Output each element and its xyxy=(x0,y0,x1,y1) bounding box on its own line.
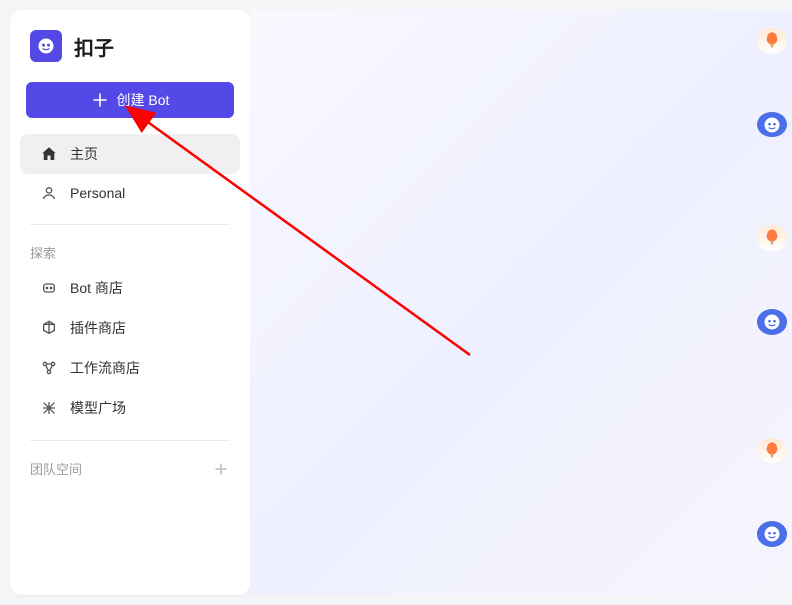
model-plaza-icon xyxy=(40,399,58,417)
avatar-bot-2[interactable] xyxy=(757,309,787,335)
nav-personal-label: Personal xyxy=(70,185,125,201)
sidebar: 扣子 创建 Bot 主页 Personal 探索 Bot xyxy=(10,10,250,595)
brand-name: 扣子 xyxy=(74,32,114,61)
main-content-area xyxy=(250,10,792,595)
nav-personal[interactable]: Personal xyxy=(20,174,240,212)
plugin-store-icon xyxy=(40,319,58,337)
brand-area: 扣子 xyxy=(10,26,250,82)
avatar-bot-1[interactable] xyxy=(757,112,787,138)
nav-home-label: 主页 xyxy=(70,144,98,164)
nav-home[interactable]: 主页 xyxy=(20,134,240,174)
divider xyxy=(30,440,230,441)
divider xyxy=(30,224,230,225)
nav-bot-store-label: Bot 商店 xyxy=(70,278,123,298)
create-bot-button[interactable]: 创建 Bot xyxy=(26,82,234,118)
team-space-section: 团队空间 xyxy=(10,453,250,484)
nav-bot-store[interactable]: Bot 商店 xyxy=(20,268,240,308)
home-icon xyxy=(40,145,58,163)
right-avatar-rail xyxy=(752,0,792,605)
plus-icon xyxy=(91,91,109,109)
avatar-balloon-1[interactable] xyxy=(757,28,787,54)
team-space-title: 团队空间 xyxy=(30,459,82,478)
add-team-button[interactable] xyxy=(212,460,230,478)
workflow-store-icon xyxy=(40,359,58,377)
create-bot-label: 创建 Bot xyxy=(117,90,170,110)
bot-store-icon xyxy=(40,279,58,297)
avatar-bot-3[interactable] xyxy=(757,521,787,547)
nav-model-plaza[interactable]: 模型广场 xyxy=(20,388,240,428)
nav-plugin-store[interactable]: 插件商店 xyxy=(20,308,240,348)
avatar-balloon-2[interactable] xyxy=(757,225,787,251)
person-icon xyxy=(40,184,58,202)
plus-icon xyxy=(214,462,228,476)
brand-logo-icon xyxy=(30,30,62,62)
nav-model-plaza-label: 模型广场 xyxy=(70,398,126,418)
avatar-balloon-3[interactable] xyxy=(757,438,787,464)
explore-section-title: 探索 xyxy=(10,237,250,268)
nav-workflow-store-label: 工作流商店 xyxy=(70,358,140,378)
nav-workflow-store[interactable]: 工作流商店 xyxy=(20,348,240,388)
nav-plugin-store-label: 插件商店 xyxy=(70,318,126,338)
